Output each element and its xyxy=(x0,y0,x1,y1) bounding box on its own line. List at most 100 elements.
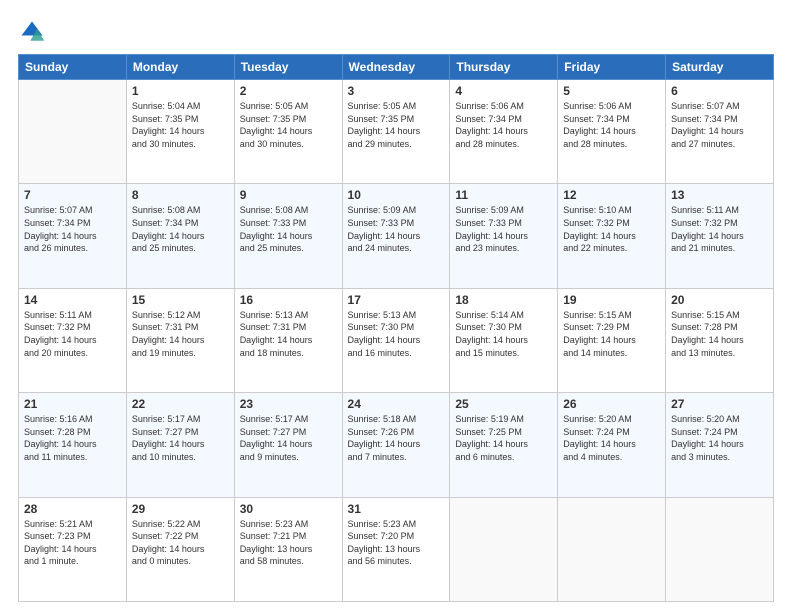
calendar-cell: 19Sunrise: 5:15 AM Sunset: 7:29 PM Dayli… xyxy=(558,288,666,392)
calendar-cell: 24 Sunrise: 5:18 AM Sunset: 7:26 PM Dayli… xyxy=(342,393,450,497)
day-number: 9 xyxy=(240,188,337,202)
calendar-cell: 10 Sunrise: 5:09 AM Sunset: 7:33 PM Dayli… xyxy=(342,184,450,288)
calendar-week-row: 21 Sunrise: 5:16 AM Sunset: 7:28 PM Dayli… xyxy=(19,393,774,497)
day-info: Sunrise: 5:21 AM Sunset: 7:23 PM Dayligh… xyxy=(24,518,121,568)
day-info: Sunrise: 5:10 AM Sunset: 7:32 PM Dayligh… xyxy=(563,204,660,254)
calendar-cell: 6Sunrise: 5:07 AM Sunset: 7:34 PM Daylig… xyxy=(666,80,774,184)
weekday-header-saturday: Saturday xyxy=(666,55,774,80)
day-number: 16 xyxy=(240,293,337,307)
day-number: 4 xyxy=(455,84,552,98)
calendar-cell: 21 Sunrise: 5:16 AM Sunset: 7:28 PM Dayli… xyxy=(19,393,127,497)
weekday-header-tuesday: Tuesday xyxy=(234,55,342,80)
day-number: 13 xyxy=(671,188,768,202)
day-number: 5 xyxy=(563,84,660,98)
day-number: 6 xyxy=(671,84,768,98)
calendar-cell: 23 Sunrise: 5:17 AM Sunset: 7:27 PM Dayli… xyxy=(234,393,342,497)
calendar-cell: 27 Sunrise: 5:20 AM Sunset: 7:24 PM Dayli… xyxy=(666,393,774,497)
day-info: Sunrise: 5:22 AM Sunset: 7:22 PM Dayligh… xyxy=(132,518,229,568)
day-info: Sunrise: 5:17 AM Sunset: 7:27 PM Dayligh… xyxy=(132,413,229,463)
day-info: Sunrise: 5:07 AM Sunset: 7:34 PM Dayligh… xyxy=(24,204,121,254)
calendar-week-row: 14Sunrise: 5:11 AM Sunset: 7:32 PM Dayli… xyxy=(19,288,774,392)
day-number: 17 xyxy=(348,293,445,307)
day-number: 20 xyxy=(671,293,768,307)
day-info: Sunrise: 5:11 AM Sunset: 7:32 PM Dayligh… xyxy=(24,309,121,359)
weekday-header-thursday: Thursday xyxy=(450,55,558,80)
calendar-cell: 29 Sunrise: 5:22 AM Sunset: 7:22 PM Dayli… xyxy=(126,497,234,601)
calendar-cell: 11 Sunrise: 5:09 AM Sunset: 7:33 PM Dayli… xyxy=(450,184,558,288)
day-info: Sunrise: 5:18 AM Sunset: 7:26 PM Dayligh… xyxy=(348,413,445,463)
calendar-cell: 8 Sunrise: 5:08 AM Sunset: 7:34 PM Daylig… xyxy=(126,184,234,288)
day-number: 11 xyxy=(455,188,552,202)
day-info: Sunrise: 5:19 AM Sunset: 7:25 PM Dayligh… xyxy=(455,413,552,463)
day-info: Sunrise: 5:16 AM Sunset: 7:28 PM Dayligh… xyxy=(24,413,121,463)
day-info: Sunrise: 5:13 AM Sunset: 7:30 PM Dayligh… xyxy=(348,309,445,359)
day-number: 29 xyxy=(132,502,229,516)
calendar-cell: 26 Sunrise: 5:20 AM Sunset: 7:24 PM Dayli… xyxy=(558,393,666,497)
day-info: Sunrise: 5:15 AM Sunset: 7:28 PM Dayligh… xyxy=(671,309,768,359)
day-info: Sunrise: 5:23 AM Sunset: 7:20 PM Dayligh… xyxy=(348,518,445,568)
calendar-cell: 4 Sunrise: 5:06 AM Sunset: 7:34 PM Daylig… xyxy=(450,80,558,184)
day-info: Sunrise: 5:11 AM Sunset: 7:32 PM Dayligh… xyxy=(671,204,768,254)
day-info: Sunrise: 5:09 AM Sunset: 7:33 PM Dayligh… xyxy=(455,204,552,254)
calendar-cell xyxy=(450,497,558,601)
calendar-cell: 1Sunrise: 5:04 AM Sunset: 7:35 PM Daylig… xyxy=(126,80,234,184)
calendar-cell: 20 Sunrise: 5:15 AM Sunset: 7:28 PM Dayli… xyxy=(666,288,774,392)
logo xyxy=(18,18,50,46)
day-number: 7 xyxy=(24,188,121,202)
logo-icon xyxy=(18,18,46,46)
day-info: Sunrise: 5:05 AM Sunset: 7:35 PM Dayligh… xyxy=(240,100,337,150)
day-info: Sunrise: 5:05 AM Sunset: 7:35 PM Dayligh… xyxy=(348,100,445,150)
calendar-cell xyxy=(558,497,666,601)
calendar-cell: 18Sunrise: 5:14 AM Sunset: 7:30 PM Dayli… xyxy=(450,288,558,392)
calendar-cell: 9 Sunrise: 5:08 AM Sunset: 7:33 PM Daylig… xyxy=(234,184,342,288)
day-number: 28 xyxy=(24,502,121,516)
calendar-cell: 22 Sunrise: 5:17 AM Sunset: 7:27 PM Dayli… xyxy=(126,393,234,497)
calendar-cell: 7 Sunrise: 5:07 AM Sunset: 7:34 PM Daylig… xyxy=(19,184,127,288)
day-info: Sunrise: 5:17 AM Sunset: 7:27 PM Dayligh… xyxy=(240,413,337,463)
day-number: 19 xyxy=(563,293,660,307)
weekday-header-friday: Friday xyxy=(558,55,666,80)
calendar-cell: 28 Sunrise: 5:21 AM Sunset: 7:23 PM Dayli… xyxy=(19,497,127,601)
day-number: 25 xyxy=(455,397,552,411)
day-info: Sunrise: 5:20 AM Sunset: 7:24 PM Dayligh… xyxy=(563,413,660,463)
day-info: Sunrise: 5:09 AM Sunset: 7:33 PM Dayligh… xyxy=(348,204,445,254)
calendar-cell: 17 Sunrise: 5:13 AM Sunset: 7:30 PM Dayli… xyxy=(342,288,450,392)
weekday-header-wednesday: Wednesday xyxy=(342,55,450,80)
calendar-cell: 12Sunrise: 5:10 AM Sunset: 7:32 PM Dayli… xyxy=(558,184,666,288)
calendar-cell: 31 Sunrise: 5:23 AM Sunset: 7:20 PM Dayli… xyxy=(342,497,450,601)
day-number: 24 xyxy=(348,397,445,411)
day-number: 2 xyxy=(240,84,337,98)
calendar-cell: 25 Sunrise: 5:19 AM Sunset: 7:25 PM Dayli… xyxy=(450,393,558,497)
day-number: 21 xyxy=(24,397,121,411)
weekday-header-sunday: Sunday xyxy=(19,55,127,80)
day-number: 27 xyxy=(671,397,768,411)
calendar-cell: 3 Sunrise: 5:05 AM Sunset: 7:35 PM Daylig… xyxy=(342,80,450,184)
weekday-header-row: SundayMondayTuesdayWednesdayThursdayFrid… xyxy=(19,55,774,80)
day-info: Sunrise: 5:08 AM Sunset: 7:34 PM Dayligh… xyxy=(132,204,229,254)
day-info: Sunrise: 5:13 AM Sunset: 7:31 PM Dayligh… xyxy=(240,309,337,359)
day-number: 23 xyxy=(240,397,337,411)
day-number: 3 xyxy=(348,84,445,98)
calendar-cell xyxy=(666,497,774,601)
day-number: 1 xyxy=(132,84,229,98)
day-number: 8 xyxy=(132,188,229,202)
calendar-cell: 15Sunrise: 5:12 AM Sunset: 7:31 PM Dayli… xyxy=(126,288,234,392)
day-number: 10 xyxy=(348,188,445,202)
day-number: 18 xyxy=(455,293,552,307)
page: SundayMondayTuesdayWednesdayThursdayFrid… xyxy=(0,0,792,612)
day-number: 31 xyxy=(348,502,445,516)
day-info: Sunrise: 5:08 AM Sunset: 7:33 PM Dayligh… xyxy=(240,204,337,254)
day-number: 22 xyxy=(132,397,229,411)
day-number: 30 xyxy=(240,502,337,516)
day-number: 26 xyxy=(563,397,660,411)
day-number: 15 xyxy=(132,293,229,307)
calendar-week-row: 28 Sunrise: 5:21 AM Sunset: 7:23 PM Dayli… xyxy=(19,497,774,601)
calendar-table: SundayMondayTuesdayWednesdayThursdayFrid… xyxy=(18,54,774,602)
day-info: Sunrise: 5:20 AM Sunset: 7:24 PM Dayligh… xyxy=(671,413,768,463)
calendar-cell xyxy=(19,80,127,184)
calendar-week-row: 1Sunrise: 5:04 AM Sunset: 7:35 PM Daylig… xyxy=(19,80,774,184)
day-info: Sunrise: 5:23 AM Sunset: 7:21 PM Dayligh… xyxy=(240,518,337,568)
day-info: Sunrise: 5:06 AM Sunset: 7:34 PM Dayligh… xyxy=(455,100,552,150)
calendar-cell: 16 Sunrise: 5:13 AM Sunset: 7:31 PM Dayli… xyxy=(234,288,342,392)
calendar-cell: 14Sunrise: 5:11 AM Sunset: 7:32 PM Dayli… xyxy=(19,288,127,392)
